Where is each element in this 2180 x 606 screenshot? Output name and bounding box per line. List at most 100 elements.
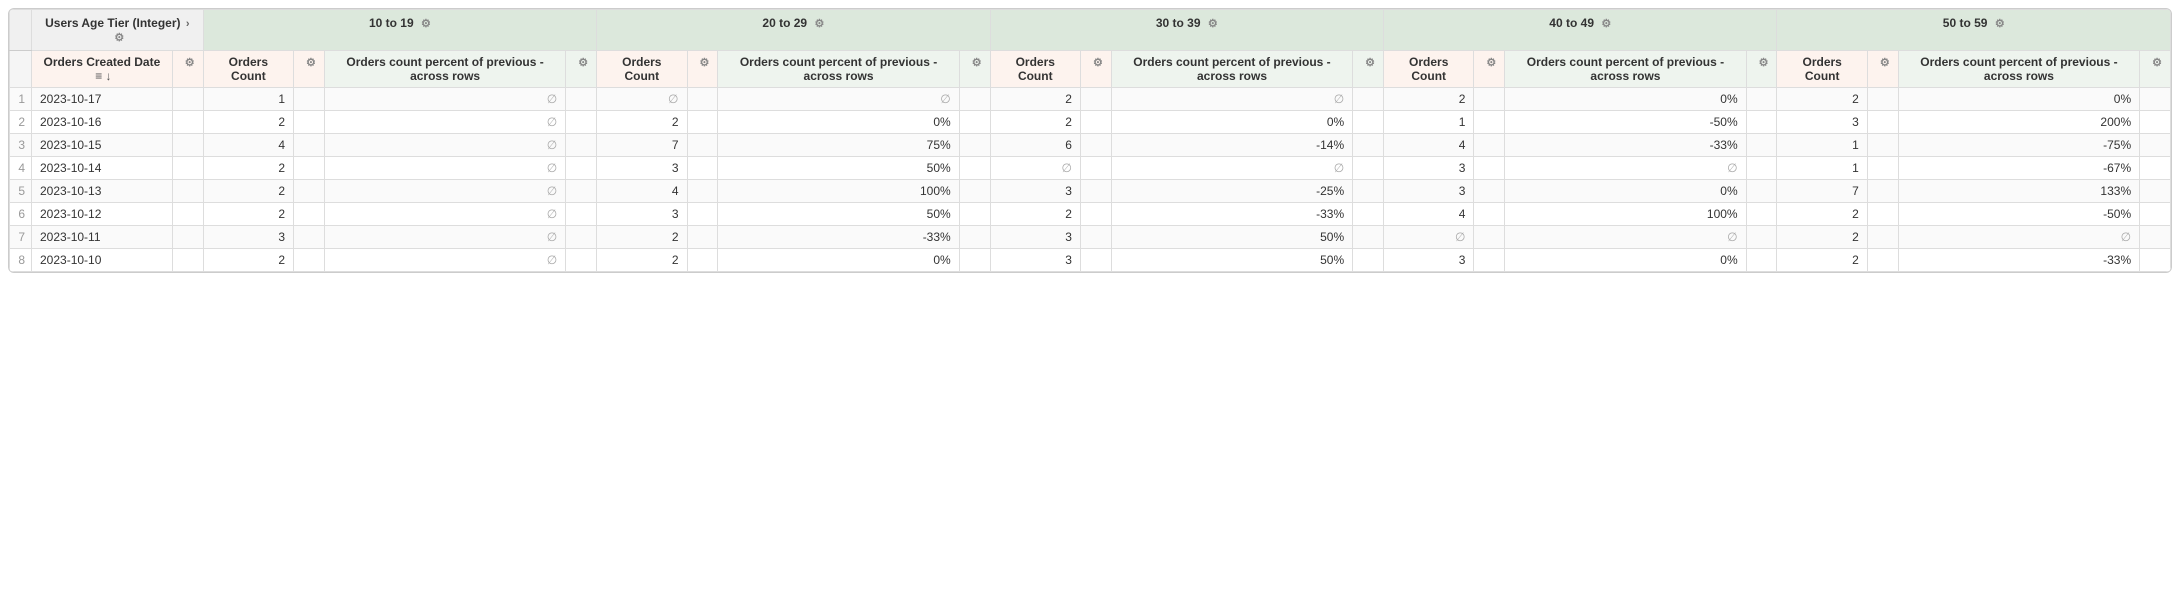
table-cell: 0%	[1505, 249, 1746, 272]
table-cell: 3	[597, 157, 687, 180]
table-cell: 2	[1777, 249, 1867, 272]
orders-count-40-header: Orders Count	[1384, 51, 1474, 88]
table-row: 42023-10-142∅350%∅∅3∅1-67%	[10, 157, 2171, 180]
gear-tier-30-39[interactable]: ⚙	[1208, 17, 1218, 30]
table-cell: 2	[1777, 88, 1867, 111]
spacer-cell	[959, 88, 990, 111]
table-cell: 2	[203, 111, 293, 134]
table-cell: 2	[1384, 88, 1474, 111]
table-cell: 2	[203, 249, 293, 272]
orders-count-40-gear[interactable]: ⚙	[1474, 51, 1505, 88]
spacer-cell	[1474, 88, 1505, 111]
spacer-cell	[959, 226, 990, 249]
pct-40-gear[interactable]: ⚙	[1746, 51, 1777, 88]
pct-40-header: Orders count percent of previous - acros…	[1505, 51, 1746, 88]
table-cell: 0%	[1111, 111, 1352, 134]
table-cell: 0%	[1505, 88, 1746, 111]
date-sort-icon[interactable]: ≡ ↓	[95, 69, 111, 83]
table-cell: ∅	[324, 88, 565, 111]
orders-count-50-gear[interactable]: ⚙	[1867, 51, 1898, 88]
orders-count-50-header: Orders Count	[1777, 51, 1867, 88]
orders-count-10-gear[interactable]: ⚙	[294, 51, 325, 88]
spacer-cell	[566, 180, 597, 203]
header-row-tiers: Users Age Tier (Integer) › ⚙ 10 to 19 ⚙ …	[10, 10, 2171, 51]
spacer-cell	[959, 249, 990, 272]
spacer-cell	[566, 134, 597, 157]
spacer-cell	[1353, 226, 1384, 249]
table-cell: 3	[597, 203, 687, 226]
date-cell: 2023-10-11	[32, 226, 173, 249]
spacer-cell	[2140, 249, 2171, 272]
spacer-cell	[294, 157, 325, 180]
spacer-cell	[1353, 203, 1384, 226]
pct-20-gear[interactable]: ⚙	[959, 51, 990, 88]
row-number: 2	[10, 111, 32, 134]
spacer-cell	[1080, 134, 1111, 157]
tier-label-gear[interactable]: ⚙	[114, 31, 124, 44]
spacer-cell	[687, 180, 718, 203]
spacer-cell	[1080, 226, 1111, 249]
table-cell: 2	[203, 157, 293, 180]
orders-count-20-gear[interactable]: ⚙	[687, 51, 718, 88]
pct-30-gear[interactable]: ⚙	[1353, 51, 1384, 88]
table-cell: -25%	[1111, 180, 1352, 203]
pct-50-gear[interactable]: ⚙	[2140, 51, 2171, 88]
pct-50-header: Orders count percent of previous - acros…	[1898, 51, 2139, 88]
tier-10-19-label: 10 to 19	[369, 16, 414, 30]
spacer-cell	[1080, 180, 1111, 203]
gear-tier-50-59[interactable]: ⚙	[1995, 17, 2005, 30]
spacer-cell	[1746, 134, 1777, 157]
date-col-label: Orders Created Date	[44, 55, 161, 69]
spacer-cell	[172, 203, 203, 226]
table-cell: 1	[1777, 134, 1867, 157]
orders-count-30-gear[interactable]: ⚙	[1080, 51, 1111, 88]
table-cell: 200%	[1898, 111, 2139, 134]
data-table: Users Age Tier (Integer) › ⚙ 10 to 19 ⚙ …	[9, 9, 2171, 272]
pct-20-header: Orders count percent of previous - acros…	[718, 51, 959, 88]
tier-header-40-49: 40 to 49 ⚙	[1384, 10, 1777, 51]
table-cell: 6	[990, 134, 1080, 157]
date-cell: 2023-10-17	[32, 88, 173, 111]
table-cell: 4	[597, 180, 687, 203]
spacer-cell	[1474, 180, 1505, 203]
table-cell: 0%	[1505, 180, 1746, 203]
table-row: 12023-10-171∅∅∅2∅20%20%	[10, 88, 2171, 111]
table-cell: 0%	[1898, 88, 2139, 111]
orders-count-30-header: Orders Count	[990, 51, 1080, 88]
pct-10-gear[interactable]: ⚙	[566, 51, 597, 88]
table-cell: 0%	[718, 249, 959, 272]
spacer-cell	[1353, 249, 1384, 272]
table-cell: 50%	[1111, 226, 1352, 249]
spacer-cell	[1474, 226, 1505, 249]
spacer-cell	[1867, 203, 1898, 226]
table-cell: 4	[1384, 134, 1474, 157]
spacer-cell	[687, 249, 718, 272]
row-number: 6	[10, 203, 32, 226]
date-col-gear[interactable]: ⚙	[172, 51, 203, 88]
table-cell: 2	[990, 203, 1080, 226]
spacer-cell	[687, 226, 718, 249]
spacer-cell	[2140, 111, 2171, 134]
spacer-cell	[687, 88, 718, 111]
table-row: 72023-10-113∅2-33%350%∅∅2∅	[10, 226, 2171, 249]
spacer-cell	[294, 203, 325, 226]
spacer-cell	[2140, 157, 2171, 180]
row-number: 8	[10, 249, 32, 272]
table-cell: 2	[1777, 203, 1867, 226]
spacer-cell	[1867, 111, 1898, 134]
date-cell: 2023-10-14	[32, 157, 173, 180]
spacer-cell	[2140, 88, 2171, 111]
table-cell: -14%	[1111, 134, 1352, 157]
table-cell: ∅	[1505, 226, 1746, 249]
main-table-wrapper: Users Age Tier (Integer) › ⚙ 10 to 19 ⚙ …	[8, 8, 2172, 273]
table-cell: 1	[1777, 157, 1867, 180]
spacer-cell	[1080, 111, 1111, 134]
gear-tier-20-29[interactable]: ⚙	[814, 17, 824, 30]
table-cell: 4	[203, 134, 293, 157]
table-cell: -50%	[1898, 203, 2139, 226]
spacer-cell	[1867, 157, 1898, 180]
gear-tier-10-19[interactable]: ⚙	[421, 17, 431, 30]
tier-30-39-label: 30 to 39	[1156, 16, 1201, 30]
table-cell: 50%	[718, 203, 959, 226]
gear-tier-40-49[interactable]: ⚙	[1601, 17, 1611, 30]
